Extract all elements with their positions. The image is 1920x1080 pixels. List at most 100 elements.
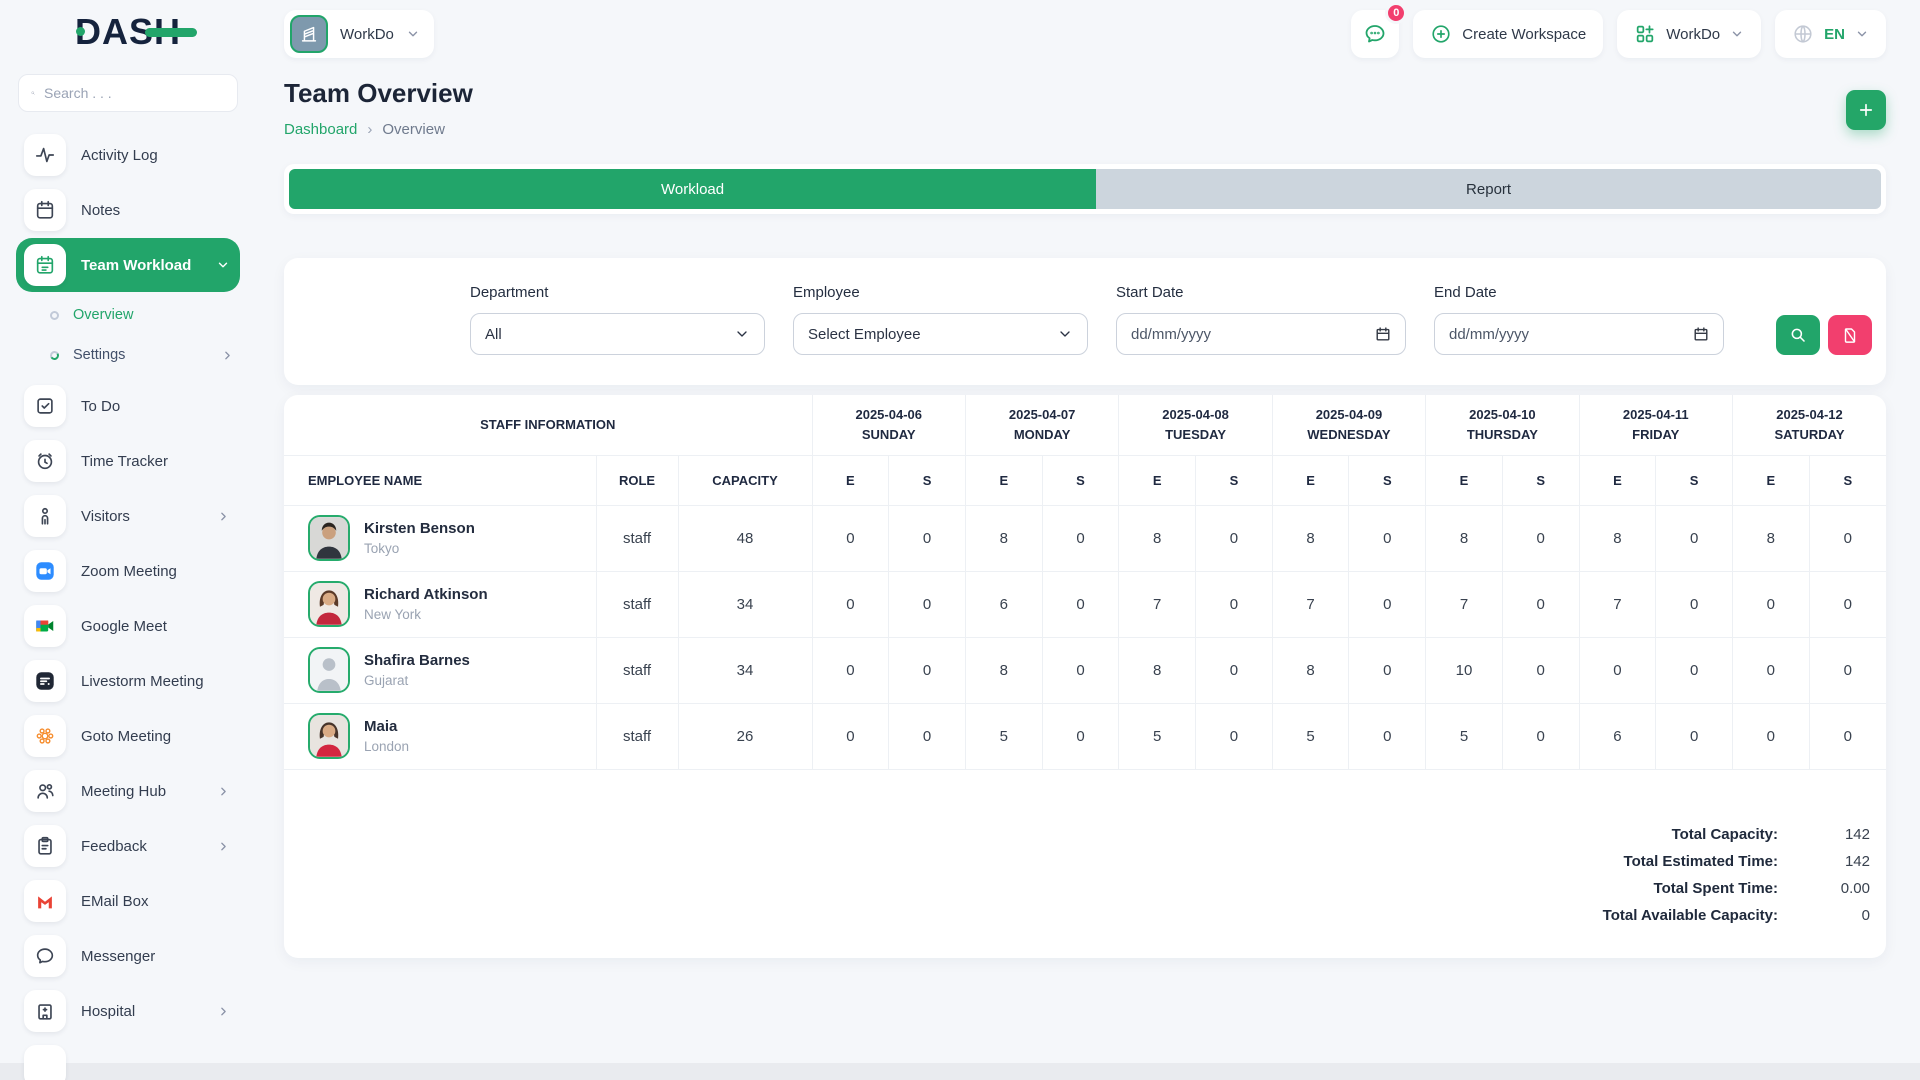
sidebar-item-partial[interactable] [16,1039,240,1080]
sidebar-item-team-workload[interactable]: Team Workload [16,238,240,292]
estimated-cell: 5 [1426,703,1503,769]
spent-cell: 0 [1042,571,1119,637]
search-icon [1789,326,1807,344]
sidebar-item-visitors[interactable]: Visitors [16,489,240,543]
sidebar-item-to-do[interactable]: To Do [16,379,240,433]
spent-cell: 0 [1502,703,1579,769]
create-workspace-button[interactable]: Create Workspace [1413,10,1603,58]
sidebar-item-livestorm-meeting[interactable]: Livestorm Meeting [16,654,240,708]
employee-name-header: EMPLOYEE NAME [284,455,596,505]
sidebar-nav: Activity Log Notes Team Workload Overvie… [16,128,240,1080]
messages-button[interactable]: 0 [1351,10,1399,58]
page-header: Team Overview Dashboard › Overview [284,78,1886,138]
spent-cell: 0 [1809,571,1886,637]
sidebar-item-activity-log[interactable]: Activity Log [16,128,240,182]
sidebar-item-messenger[interactable]: Messenger [16,929,240,983]
spent-header: S [1656,455,1733,505]
end-date-label: End Date [1434,284,1724,301]
capacity-cell: 26 [678,703,812,769]
staff-information-header: STAFF INFORMATION [284,395,812,455]
apps-dropdown[interactable]: WorkDo [1617,10,1761,58]
sidebar-item-zoom-meeting[interactable]: Zoom Meeting [16,544,240,598]
estimated-header: E [1272,455,1349,505]
sidebar-item-notes[interactable]: Notes [16,183,240,237]
main-content: WorkDo 0 Create Workspace WorkDo EN [256,0,1920,1080]
livestorm-icon [24,660,66,702]
bullet-icon [49,349,60,360]
spent-cell: 0 [1196,703,1273,769]
sidebar-item-time-tracker[interactable]: Time Tracker [16,434,240,488]
sidebar-item-feedback[interactable]: Feedback [16,819,240,873]
estimated-cell: 0 [1732,637,1809,703]
chevron-down-icon [216,258,230,272]
check-square-icon [24,385,66,427]
spent-header: S [1349,455,1426,505]
breadcrumb-dashboard-link[interactable]: Dashboard [284,121,357,138]
add-button[interactable] [1846,90,1886,130]
sidebar-search[interactable] [18,74,238,112]
estimated-cell: 5 [1119,703,1196,769]
activity-icon [24,134,66,176]
start-date-input[interactable]: dd/mm/yyyy [1116,313,1406,355]
zoom-icon [24,550,66,592]
sidebar-item-goto-meeting[interactable]: Goto Meeting [16,709,240,763]
table-row: Shafira BarnesGujarat staff 34 00 80 80 … [284,637,1886,703]
employee-name: Richard Atkinson [364,586,488,603]
day-column-header: 2025-04-09WEDNESDAY [1272,395,1425,455]
employee-location: Gujarat [364,673,470,688]
spent-header: S [1042,455,1119,505]
avatar [308,515,350,561]
estimated-cell: 6 [965,571,1042,637]
estimated-cell: 8 [1119,637,1196,703]
sidebar-subitem-overview[interactable]: Overview [44,295,240,335]
capacity-cell: 48 [678,505,812,571]
team-workload-submenu: Overview Settings [16,293,240,379]
sidebar-item-google-meet[interactable]: Google Meet [16,599,240,653]
sidebar: DASH Activity Log Notes Team Workload Ov… [0,0,256,1080]
estimated-cell: 8 [965,637,1042,703]
employee-name: Kirsten Benson [364,520,475,537]
sidebar-search-input[interactable] [44,85,225,101]
end-date-input[interactable]: dd/mm/yyyy [1434,313,1724,355]
estimated-cell: 7 [1272,571,1349,637]
spent-cell: 0 [889,571,966,637]
apply-filter-button[interactable] [1776,315,1820,355]
estimated-cell: 5 [1272,703,1349,769]
tab-report[interactable]: Report [1096,169,1881,209]
estimated-cell: 8 [1732,505,1809,571]
role-header: ROLE [596,455,678,505]
calendar-icon [1375,326,1391,342]
estimated-header: E [812,455,889,505]
employee-select[interactable]: Select Employee [793,313,1088,355]
sidebar-item-email-box[interactable]: EMail Box [16,874,240,928]
globe-icon [1792,23,1814,45]
sidebar-item-hospital[interactable]: Hospital [16,984,240,1038]
sidebar-subitem-settings[interactable]: Settings [44,335,240,375]
capacity-header: CAPACITY [678,455,812,505]
department-select[interactable]: All [470,313,765,355]
dash-logo[interactable]: DASH [16,0,240,64]
hospital-icon [24,990,66,1032]
calendar-icon [1693,326,1709,342]
tab-workload[interactable]: Workload [289,169,1096,209]
breadcrumb-separator: › [367,121,372,138]
language-dropdown[interactable]: EN [1775,10,1886,58]
chevron-down-icon [1855,27,1869,41]
estimated-cell: 8 [1272,505,1349,571]
plus-icon [1857,101,1875,119]
spent-header: S [1809,455,1886,505]
search-icon [31,85,35,101]
spent-cell: 0 [1656,703,1733,769]
estimated-cell: 8 [965,505,1042,571]
workspace-switcher[interactable]: WorkDo [284,10,434,58]
sidebar-item-meeting-hub[interactable]: Meeting Hub [16,764,240,818]
spent-cell: 0 [889,637,966,703]
breadcrumb-current: Overview [382,121,445,138]
department-label: Department [470,284,765,301]
estimated-cell: 0 [812,505,889,571]
start-date-field: Start Date dd/mm/yyyy [1116,284,1406,355]
reset-filter-button[interactable] [1828,315,1872,355]
goto-meeting-icon [24,715,66,757]
table-subheader-row: EMPLOYEE NAME ROLE CAPACITY ES ES ES ES … [284,455,1886,505]
spent-cell: 0 [1042,637,1119,703]
